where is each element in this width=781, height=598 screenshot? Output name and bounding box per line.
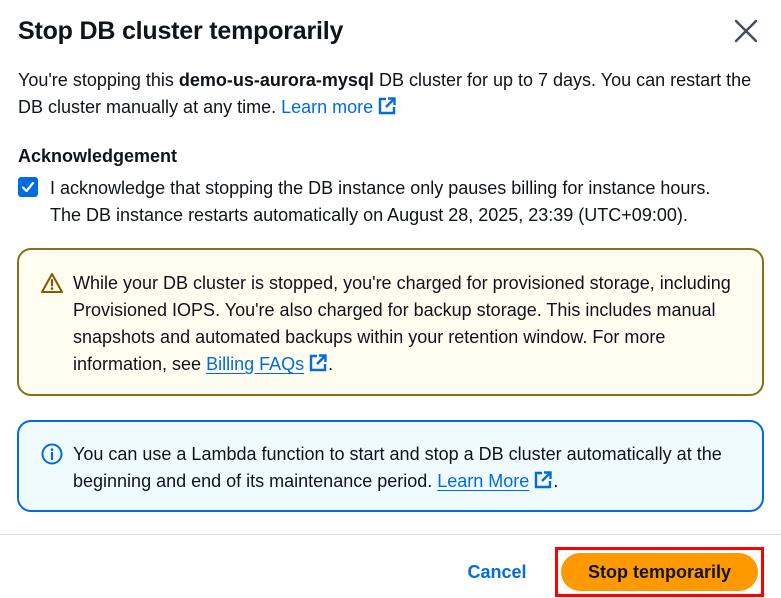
external-link-icon [378, 97, 396, 115]
warning-icon [41, 273, 63, 293]
external-link-icon [535, 471, 553, 489]
cluster-name: demo-us-aurora-mysql [178, 70, 374, 90]
stop-cluster-modal: Stop DB cluster temporarily You're stopp… [0, 0, 781, 598]
billing-faqs-link[interactable]: Billing FAQs [206, 354, 328, 374]
acknowledgement-label: Acknowledgement [18, 146, 178, 166]
info-alert-text: You can use a Lambda function to start a… [73, 444, 722, 491]
intro-text: You're stopping this demo-us-aurora-mysq… [18, 70, 752, 117]
lambda-learn-more-link[interactable]: Learn More [437, 471, 553, 491]
acknowledgement-text: I acknowledge that stopping the DB insta… [50, 178, 711, 225]
modal-footer: Cancel Stop temporarily [0, 535, 781, 598]
stop-temporarily-button[interactable]: Stop temporarily [561, 553, 758, 591]
acknowledge-checkbox[interactable] [18, 177, 38, 197]
external-link-icon [309, 354, 327, 372]
modal-title: Stop DB cluster temporarily [18, 17, 344, 45]
info-icon [41, 443, 63, 465]
close-icon [734, 19, 758, 43]
checkmark-icon [21, 181, 35, 193]
warning-alert-text: While your DB cluster is stopped, you're… [73, 273, 731, 374]
learn-more-link[interactable]: Learn more [281, 97, 397, 117]
warning-alert: While your DB cluster is stopped, you're… [17, 248, 764, 396]
cancel-button[interactable]: Cancel [452, 557, 542, 587]
modal-header: Stop DB cluster temporarily [18, 14, 765, 48]
close-button[interactable] [731, 16, 761, 46]
info-alert: You can use a Lambda function to start a… [17, 420, 764, 512]
highlight-frame: Stop temporarily [555, 547, 764, 597]
